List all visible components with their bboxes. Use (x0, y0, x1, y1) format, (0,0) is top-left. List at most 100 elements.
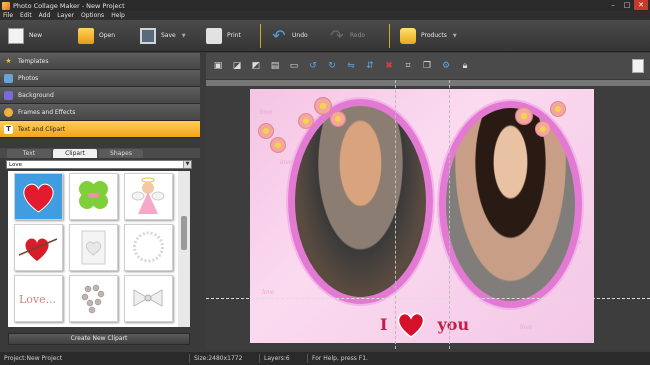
clipart-clover[interactable] (69, 173, 118, 220)
bring-front-icon[interactable]: ▣ (211, 59, 225, 73)
pearls-icon (81, 284, 105, 314)
flower-decoration (270, 137, 286, 153)
products-dropdown-icon[interactable]: ▼ (453, 33, 457, 39)
clipart-ring[interactable] (124, 224, 173, 271)
tab-shapes[interactable]: Shapes (99, 149, 143, 158)
create-clipart-button[interactable]: Create New Clipart (8, 333, 190, 345)
close-icon[interactable]: ✕ (634, 0, 648, 10)
section-photos[interactable]: Photos (0, 70, 200, 87)
page-icon[interactable] (632, 59, 644, 73)
category-value: Love (9, 162, 22, 168)
section-label: Photos (18, 74, 39, 82)
products-label: Products (421, 32, 447, 39)
lock-icon[interactable]: 🔒︎ (458, 59, 472, 73)
open-label: Open (99, 32, 116, 39)
save-button[interactable]: Save ▼ (136, 23, 202, 49)
ruler (206, 80, 650, 86)
print-label: Print (227, 32, 241, 39)
new-document-icon (8, 27, 24, 44)
caption-right-text: you (437, 314, 470, 334)
minimize-icon[interactable]: – (606, 0, 620, 10)
products-button[interactable]: Products ▼ (396, 23, 466, 49)
title-bar: Photo Collage Maker - New Project – □ ✕ (0, 0, 650, 11)
crop-icon[interactable]: ⌗ (401, 59, 415, 73)
gallery-scrollbar[interactable] (178, 171, 190, 327)
section-background[interactable]: Background (0, 87, 200, 104)
menu-file[interactable]: File (3, 12, 13, 19)
clipart-angel[interactable] (124, 173, 173, 220)
clover-icon (79, 181, 108, 209)
undo-button[interactable]: ↶ Undo (267, 23, 325, 49)
clipart-heart-arrow[interactable] (14, 224, 63, 271)
undo-label: Undo (292, 32, 308, 39)
flower-decoration (535, 121, 551, 137)
window-controls: – □ ✕ (606, 0, 648, 10)
maximize-icon[interactable]: □ (620, 0, 634, 10)
main-toolbar: New Open Save ▼ Print ↶ Undo ↷ Redo Prod… (0, 20, 650, 52)
category-select[interactable]: Love ▼ (6, 160, 192, 169)
menu-layer[interactable]: Layer (57, 12, 74, 19)
printer-icon (206, 27, 222, 44)
section-text-clipart[interactable]: T Text and Clipart (0, 121, 200, 138)
align-icon[interactable]: ▭ (287, 59, 301, 73)
photo-man[interactable] (288, 99, 433, 304)
clipart-heart[interactable] (14, 173, 63, 220)
menu-add[interactable]: Add (39, 12, 51, 19)
rotate-left-icon[interactable]: ↺ (306, 59, 320, 73)
tab-clipart[interactable]: Clipart (53, 149, 97, 158)
clipart-pearls[interactable] (69, 275, 118, 322)
heart-icon (398, 312, 425, 338)
canvas-workspace: love love love love love love I you (206, 80, 650, 349)
scrollbar-thumb[interactable] (181, 216, 187, 250)
send-backward-icon[interactable]: ◩ (249, 59, 263, 73)
guide-line (206, 298, 650, 299)
clipart-bow[interactable] (124, 275, 173, 322)
properties-gear-icon[interactable]: ⚙ (439, 59, 453, 73)
delete-icon[interactable]: ✖ (382, 59, 396, 73)
left-panel: ★ Templates Photos Background Frames and… (0, 53, 200, 350)
flower-decoration (298, 113, 314, 129)
open-button[interactable]: Open (74, 23, 136, 49)
chevron-down-icon[interactable]: ▼ (183, 161, 191, 168)
clipart-love-text[interactable]: Love... (14, 275, 63, 322)
section-label: Frames and Effects (18, 108, 76, 116)
send-back-icon[interactable]: ▤ (268, 59, 282, 73)
canvas-toolbar: ▣ ◪ ◩ ▤ ▭ ↺ ↻ ⇋ ⇵ ✖ ⌗ ❐ ⚙ 🔒︎ (206, 53, 650, 79)
palette-icon (4, 107, 13, 117)
section-frames-effects[interactable]: Frames and Effects (0, 104, 200, 121)
tab-text[interactable]: Text (7, 149, 51, 158)
app-icon (2, 1, 10, 10)
duplicate-icon[interactable]: ❐ (420, 59, 434, 73)
photo-icon (4, 73, 13, 83)
window-title: Photo Collage Maker - New Project (13, 1, 125, 10)
menu-edit[interactable]: Edit (20, 12, 32, 19)
rotate-right-icon[interactable]: ↻ (325, 59, 339, 73)
folder-icon (78, 27, 94, 44)
star-icon: ★ (5, 57, 12, 65)
background-pattern-text: love (260, 109, 273, 116)
save-dropdown-icon[interactable]: ▼ (182, 33, 186, 39)
menu-bar: File Edit Add Layer Options Help (0, 11, 650, 20)
photo-woman[interactable] (439, 101, 582, 308)
background-icon (4, 90, 13, 100)
flower-decoration (550, 101, 566, 117)
menu-help[interactable]: Help (111, 12, 125, 19)
section-templates[interactable]: ★ Templates (0, 53, 200, 70)
collage-page[interactable]: love love love love love love I you (250, 89, 594, 343)
status-size: Size:2480x1772 (190, 354, 260, 363)
new-label: New (29, 32, 43, 39)
print-button[interactable]: Print (202, 23, 254, 49)
section-label: Background (18, 91, 54, 99)
status-help: For Help, press F1. (312, 355, 368, 362)
flip-vertical-icon[interactable]: ⇵ (363, 59, 377, 73)
bring-forward-icon[interactable]: ◪ (230, 59, 244, 73)
love-caption[interactable]: I you (380, 309, 469, 339)
redo-button[interactable]: ↷ Redo (325, 23, 383, 49)
menu-options[interactable]: Options (81, 12, 104, 19)
new-button[interactable]: New (4, 23, 74, 49)
section-label: Text and Clipart (18, 125, 66, 133)
flip-horizontal-icon[interactable]: ⇋ (344, 59, 358, 73)
undo-icon: ↶ (272, 25, 286, 45)
clipart-heart-card[interactable] (69, 224, 118, 271)
background-pattern-text: love (520, 324, 533, 331)
